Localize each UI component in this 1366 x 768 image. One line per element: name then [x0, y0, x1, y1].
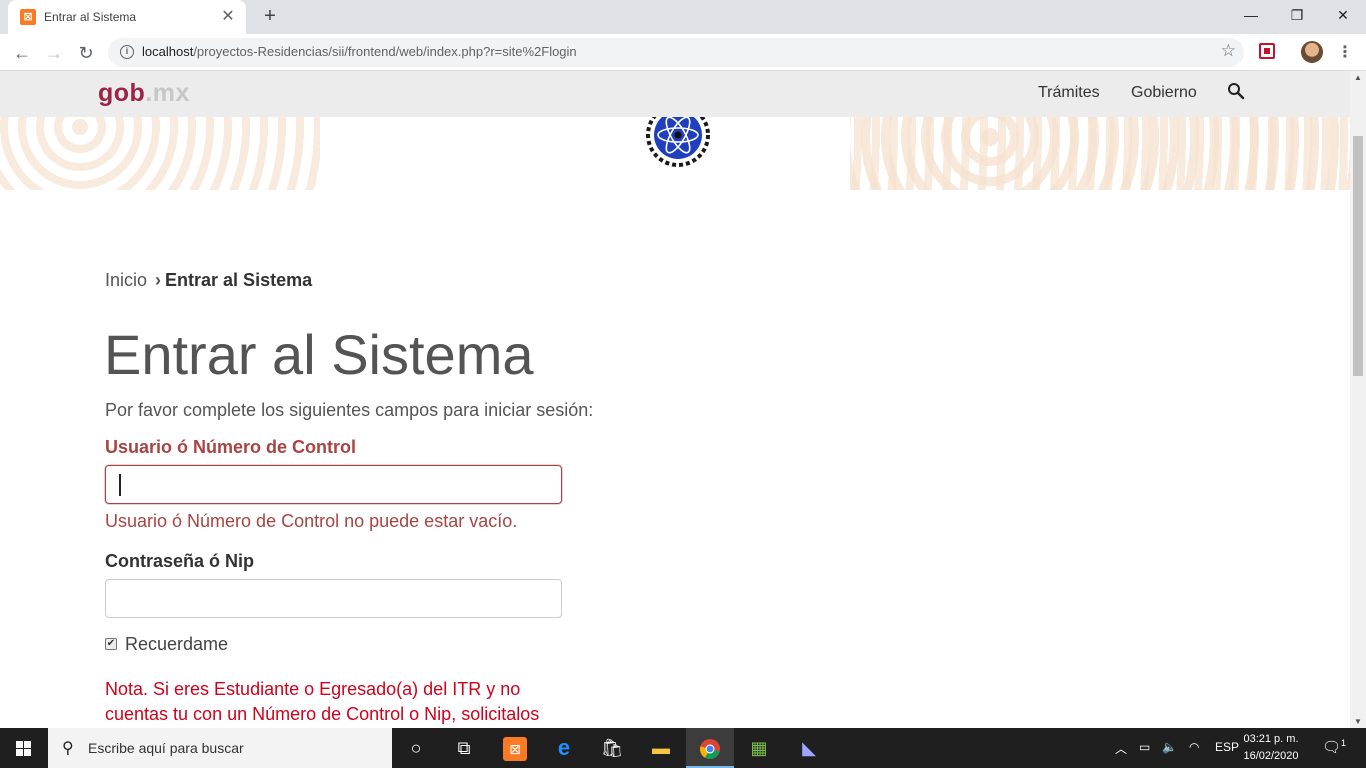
page-title: Entrar al Sistema [104, 323, 534, 386]
decorative-banner [0, 117, 1350, 190]
password-input[interactable] [105, 579, 562, 618]
reload-button[interactable]: ↻ [73, 40, 99, 66]
dolphin-app-icon[interactable]: ◣ [785, 728, 833, 768]
breadcrumb-current: Entrar al Sistema [165, 270, 313, 290]
battery-icon[interactable]: ▭ [1139, 740, 1150, 754]
tab-title: Entrar al Sistema [44, 10, 137, 24]
start-button[interactable] [0, 728, 48, 768]
chrome-logo-icon [700, 739, 720, 760]
remember-me-row[interactable]: ✔ Recuerdame [105, 634, 228, 655]
banner-pattern [850, 117, 1350, 190]
wifi-icon[interactable]: ◠ [1189, 740, 1199, 754]
windows-logo-icon [16, 741, 31, 756]
breadcrumb-home-link[interactable]: Inicio [105, 270, 147, 290]
text-caret [119, 474, 121, 496]
xampp-favicon-icon: ⊠ [20, 9, 36, 25]
chrome-icon[interactable] [686, 728, 734, 768]
bookmark-star-icon[interactable]: ☆ [1221, 41, 1236, 61]
chrome-menu-icon[interactable]: ⋮ [1337, 42, 1353, 62]
task-view-icon[interactable]: ⧉ [440, 728, 488, 768]
gob-mx-logo[interactable]: gob.mx [98, 79, 190, 108]
extension-icon[interactable] [1259, 43, 1275, 59]
scroll-up-arrow-icon[interactable]: ▲ [1354, 73, 1362, 82]
nav-tramites-link[interactable]: Trámites [1038, 84, 1100, 102]
forward-button[interactable]: → [41, 40, 67, 66]
institute-seal-icon [644, 117, 712, 169]
username-label: Usuario ó Número de Control [105, 437, 357, 457]
browser-tab[interactable]: ⊠ Entrar al Sistema ✕ [8, 0, 246, 34]
tab-close-icon[interactable]: ✕ [218, 7, 238, 27]
back-button[interactable]: ← [9, 40, 35, 66]
nav-gobierno-link[interactable]: Gobierno [1131, 84, 1197, 102]
url-path: /proyectos-Residencias/sii/frontend/web/… [193, 44, 577, 59]
close-window-button[interactable]: ✕ [1320, 0, 1366, 30]
logo-mx-text: .mx [145, 79, 190, 107]
browser-tabstrip: ⊠ Entrar al Sistema ✕ + — ❐ ✕ [0, 0, 1366, 34]
windows-taskbar: ⚲ Escribe aquí para buscar ○ ⧉ ⊠ e 🛍 ▬ ▦… [0, 728, 1366, 768]
note-text: Nota. Si eres Estudiante o Egresado(a) d… [105, 679, 540, 724]
page-scrollbar[interactable]: ▲ ▼ [1350, 71, 1366, 728]
gob-header: gob.mx Trámites Gobierno [0, 71, 1350, 117]
breadcrumb: Inicio › Entrar al Sistema [105, 270, 312, 291]
edge-icon[interactable]: e [540, 728, 588, 768]
page-viewport: gob.mx Trámites Gobierno Inicio › Entrar a… [0, 71, 1350, 728]
system-clock[interactable]: 03:21 p. m. 16/02/2020 [1240, 731, 1302, 765]
restore-button[interactable]: ❐ [1274, 0, 1320, 30]
minimize-button[interactable]: — [1228, 0, 1274, 30]
notification-count: 1 [1341, 738, 1347, 748]
browser-toolbar: ← → ↻ i localhost/proyectos-Residencias/… [0, 34, 1366, 71]
banner-blank-area [320, 117, 850, 190]
store-icon[interactable]: 🛍 [588, 728, 636, 768]
clock-time: 03:21 p. m. [1243, 733, 1299, 745]
url-host: localhost [142, 44, 194, 59]
scroll-thumb[interactable] [1353, 136, 1363, 376]
chevron-right-icon: › [155, 270, 162, 290]
intro-text: Por favor complete los siguientes campos… [105, 400, 594, 420]
profile-avatar[interactable] [1301, 41, 1323, 63]
logo-gob-text: gob [98, 79, 146, 107]
password-label: Contraseña ó Nip [105, 551, 255, 571]
info-icon[interactable]: i [120, 45, 134, 59]
scroll-down-arrow-icon[interactable]: ▼ [1354, 717, 1362, 726]
editor-app-icon[interactable]: ▦ [735, 728, 783, 768]
search-icon[interactable] [1227, 82, 1245, 100]
username-input[interactable] [105, 465, 562, 504]
file-explorer-icon[interactable]: ▬ [637, 728, 685, 768]
url-text[interactable]: localhost/proyectos-Residencias/sii/fron… [142, 44, 577, 59]
action-center-icon[interactable]: 🗨1 [1322, 738, 1346, 756]
cortana-icon[interactable]: ○ [392, 728, 440, 768]
remember-me-checkbox[interactable]: ✔ [105, 638, 117, 650]
tray-chevron-up-icon[interactable]: ︿ [1115, 740, 1127, 757]
address-bar[interactable]: i localhost/proyectos-Residencias/sii/fr… [108, 38, 1244, 67]
new-tab-button[interactable]: + [258, 5, 282, 29]
search-icon: ⚲ [62, 740, 74, 757]
language-indicator[interactable]: ESP [1215, 740, 1239, 754]
taskbar-search-box[interactable]: ⚲ Escribe aquí para buscar [48, 728, 392, 768]
clock-date: 16/02/2020 [1243, 750, 1299, 762]
taskbar-search-placeholder: Escribe aquí para buscar [88, 740, 244, 756]
volume-icon[interactable]: 🔈 [1162, 740, 1177, 754]
username-error-message: Usuario ó Número de Control no puede est… [105, 511, 518, 531]
xampp-icon[interactable]: ⊠ [491, 728, 539, 768]
remember-me-label: Recuerdame [125, 634, 229, 654]
